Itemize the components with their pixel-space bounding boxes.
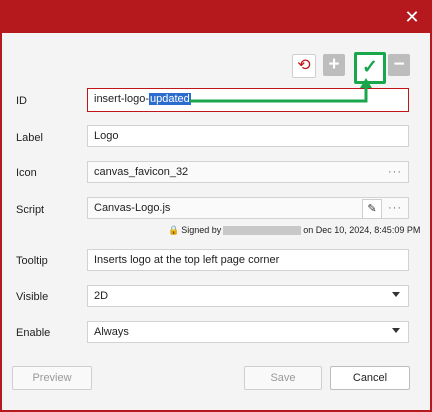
script-editor-dialog: ✕ ⟲ + ✓ − ID insert-logo-updated Label L… [0, 0, 432, 412]
annotation-arrow [190, 78, 372, 103]
